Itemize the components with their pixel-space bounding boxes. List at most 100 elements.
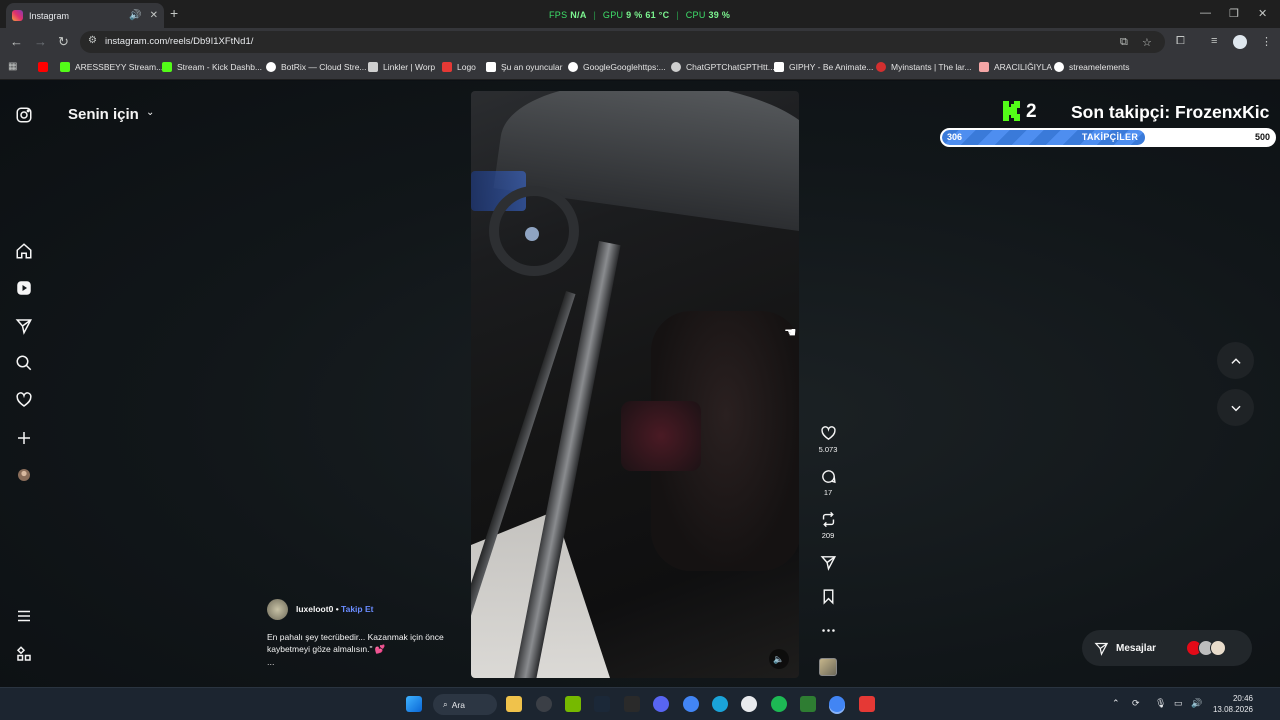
file-explorer-icon[interactable] bbox=[506, 696, 522, 712]
save-button[interactable] bbox=[810, 588, 846, 605]
author-avatar[interactable] bbox=[267, 599, 288, 620]
reels-icon[interactable] bbox=[14, 278, 34, 298]
bookmark-item[interactable]: GoogleGooglehttps:... bbox=[568, 62, 666, 72]
chevron-down-icon[interactable]: ⌄ bbox=[146, 107, 154, 118]
caption-more-button[interactable]: ... bbox=[267, 657, 275, 667]
author-username[interactable]: luxeloot0 bbox=[296, 604, 333, 614]
bookmark-item[interactable]: GIPHY - Be Animate... bbox=[774, 62, 873, 72]
bookmark-item[interactable]: ARACILIĞIYLA bbox=[979, 62, 1052, 72]
discord-icon[interactable] bbox=[653, 696, 669, 712]
gpu-temp: 61 °C bbox=[645, 10, 670, 20]
bookmark-label: BotRix — Cloud Stre... bbox=[281, 62, 367, 72]
taskbar-clock[interactable]: 20:46 13.08.2026 bbox=[1211, 693, 1253, 715]
heart-icon bbox=[820, 426, 836, 441]
bookmark-item[interactable]: Linkler | Worp bbox=[368, 62, 435, 72]
share-button[interactable] bbox=[810, 554, 846, 571]
audio-toggle-icon[interactable]: 🔈 bbox=[769, 649, 789, 669]
bookmark-item[interactable]: streamelements bbox=[1054, 62, 1129, 72]
bookmark-item[interactable]: BotRix — Cloud Stre... bbox=[266, 62, 367, 72]
back-icon[interactable]: ← bbox=[10, 34, 23, 49]
x-icon bbox=[486, 62, 496, 72]
anchor-icon bbox=[1054, 62, 1064, 72]
original-audio-thumbnail[interactable] bbox=[819, 658, 837, 676]
restore-icon[interactable]: ❐ bbox=[1229, 7, 1239, 20]
epic-games-icon[interactable] bbox=[624, 696, 640, 712]
url-bar[interactable]: ⚙ instagram.com/reels/Db9I1XFtNd1/ ⧉ ☆ bbox=[80, 31, 1165, 53]
bookmark-item[interactable]: Myinstants | The lar... bbox=[876, 62, 971, 72]
forward-icon[interactable]: → bbox=[34, 34, 47, 49]
windows-start-icon[interactable] bbox=[406, 696, 422, 712]
reel-video[interactable]: 🔈 bbox=[471, 91, 799, 678]
bookmark-youtube[interactable] bbox=[38, 62, 53, 72]
direct-send-icon[interactable] bbox=[14, 316, 34, 336]
extensions-icon[interactable]: ⧠ bbox=[1176, 35, 1185, 48]
home-icon[interactable] bbox=[14, 241, 34, 261]
comment-button[interactable]: 17 bbox=[810, 468, 846, 497]
bookmark-label: Logo bbox=[457, 62, 476, 72]
like-button[interactable]: 5.073 bbox=[810, 425, 846, 454]
nvidia-icon[interactable] bbox=[565, 696, 581, 712]
bookmark-item[interactable]: Şu an oyuncular bbox=[486, 62, 562, 72]
bookmark-star-icon[interactable]: ☆ bbox=[1142, 36, 1152, 49]
obs-icon[interactable] bbox=[536, 696, 552, 712]
bookmark-item[interactable]: Stream - Kick Dashb... bbox=[162, 62, 262, 72]
profile-avatar[interactable] bbox=[14, 465, 34, 485]
install-app-icon[interactable]: ⧉ bbox=[1120, 36, 1128, 49]
search-icon[interactable] bbox=[14, 353, 34, 373]
taskbar-search-label: Ara bbox=[451, 699, 465, 710]
follow-button[interactable]: Takip Et bbox=[341, 604, 373, 614]
comment-count: 17 bbox=[823, 488, 833, 497]
reload-icon[interactable]: ↻ bbox=[58, 34, 69, 50]
messages-button[interactable]: Mesajlar bbox=[1082, 630, 1252, 666]
gpu-value: 9 % bbox=[626, 10, 643, 20]
edge-icon[interactable] bbox=[712, 696, 728, 712]
profile-avatar-icon[interactable] bbox=[1233, 35, 1247, 49]
bookmark-label: ARACILIĞIYLA bbox=[994, 62, 1053, 72]
bookmark-label: ChatGPTChatGPTHtt... bbox=[686, 62, 775, 72]
bookmark-item[interactable]: ARESSBEYY Stream... bbox=[60, 62, 163, 72]
create-plus-icon[interactable] bbox=[14, 428, 34, 448]
settings-gear-icon[interactable] bbox=[741, 696, 757, 712]
media-control-icon[interactable]: ≡ bbox=[1211, 35, 1217, 47]
chrome-active-icon[interactable] bbox=[829, 696, 845, 712]
taskbar-search[interactable]: ⌕ Ara bbox=[433, 694, 497, 715]
heart-notifications-icon[interactable] bbox=[14, 390, 34, 410]
messages-send-icon bbox=[1094, 642, 1109, 656]
next-reel-button[interactable] bbox=[1217, 389, 1254, 426]
window-close-icon[interactable]: ✕ bbox=[1258, 7, 1267, 20]
repost-count: 209 bbox=[821, 531, 835, 540]
tab-audio-icon[interactable]: 🔊 bbox=[129, 10, 141, 21]
repost-button[interactable]: 209 bbox=[810, 511, 846, 540]
steam-icon[interactable] bbox=[594, 696, 610, 712]
microphone-icon[interactable]: 🎙 bbox=[1155, 698, 1166, 709]
kick-icon bbox=[60, 62, 70, 72]
chrome-icon[interactable] bbox=[683, 696, 699, 712]
spotify-icon[interactable] bbox=[771, 696, 787, 712]
instagram-reels-page: Senin için ⌄ 🔈 5.073 17 209 luxeloot0 • … bbox=[0, 81, 1280, 687]
network-icon[interactable]: ▭ bbox=[1174, 698, 1183, 709]
instagram-logo-icon[interactable] bbox=[14, 105, 34, 125]
feed-title[interactable]: Senin için bbox=[68, 106, 139, 123]
comment-icon bbox=[821, 470, 836, 484]
apps-grid-icon[interactable]: ▦ bbox=[8, 61, 17, 72]
more-menu-icon[interactable] bbox=[14, 606, 34, 626]
tab-close-icon[interactable]: ✕ bbox=[150, 10, 158, 21]
also-from-meta-icon[interactable] bbox=[14, 644, 34, 664]
new-tab-button[interactable]: + bbox=[170, 5, 178, 21]
browser-tab-instagram[interactable]: Instagram 🔊 ✕ bbox=[6, 3, 164, 28]
volume-icon[interactable]: 🔊 bbox=[1191, 698, 1202, 709]
browser-menu-icon[interactable]: ⋮ bbox=[1261, 35, 1272, 48]
tray-chevron-icon[interactable]: ⌃ bbox=[1112, 698, 1120, 709]
bookmark-item[interactable]: Logo bbox=[442, 62, 476, 72]
recorder-icon[interactable] bbox=[859, 696, 875, 712]
tray-sync-icon[interactable]: ⟳ bbox=[1132, 698, 1140, 709]
previous-reel-button[interactable] bbox=[1217, 342, 1254, 379]
minimize-icon[interactable]: — bbox=[1200, 7, 1211, 19]
url-text[interactable]: instagram.com/reels/Db9I1XFtNd1/ bbox=[105, 36, 253, 47]
myinstants-icon bbox=[876, 62, 886, 72]
app-icon[interactable] bbox=[800, 696, 816, 712]
more-options-button[interactable] bbox=[810, 622, 846, 639]
cpu-value: 39 % bbox=[708, 10, 731, 20]
site-info-icon[interactable]: ⚙ bbox=[88, 35, 97, 46]
bookmark-item[interactable]: ChatGPTChatGPTHtt... bbox=[671, 62, 775, 72]
